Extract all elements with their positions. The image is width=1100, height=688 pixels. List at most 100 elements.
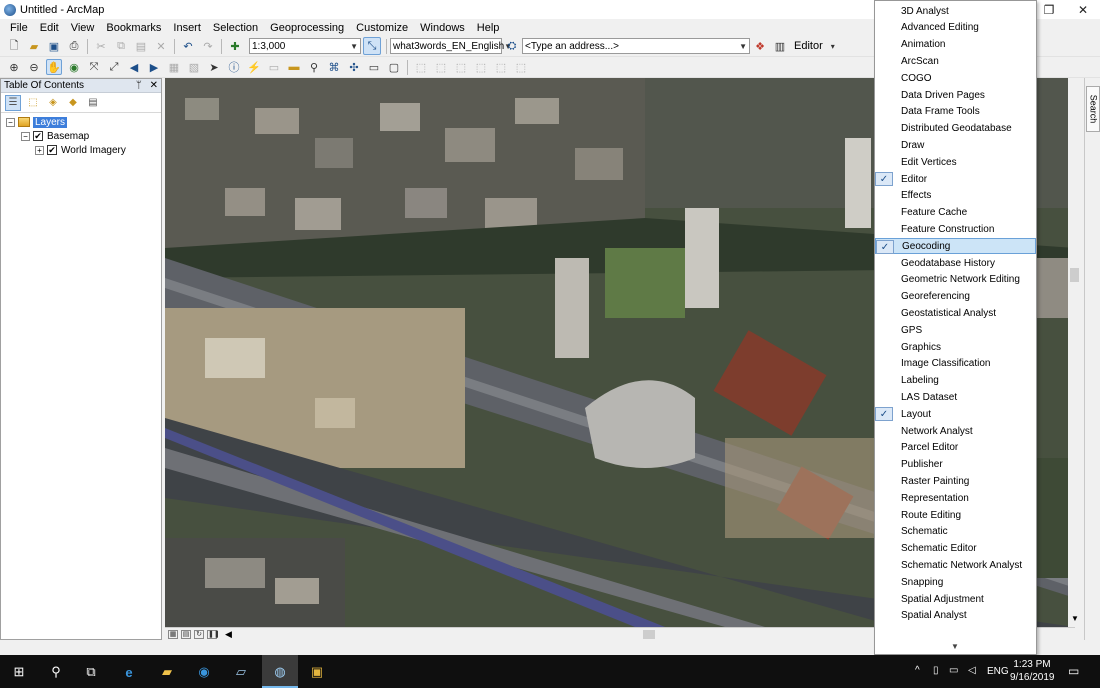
toolbar-menu-item[interactable]: Geodatabase History — [875, 255, 1036, 271]
go-to-xy-icon[interactable]: ✣ — [346, 59, 362, 75]
map-vertical-scrollbar[interactable]: ▼ — [1068, 78, 1082, 627]
system-clock[interactable]: 1:23 PM 9/16/2019 — [1010, 658, 1055, 684]
battery-icon[interactable]: ▯ — [933, 665, 939, 676]
app-icon-blue[interactable]: ◉ — [193, 661, 215, 683]
action-center-icon[interactable]: ▭ — [1068, 664, 1079, 678]
basemap-visibility-checkbox[interactable]: ✔ — [33, 131, 43, 141]
fixed-zoom-out-icon[interactable]: ⤢ — [106, 59, 122, 75]
toolbar-menu-item[interactable]: Georeferencing — [875, 289, 1036, 305]
toolbar-menu-item[interactable]: Effects — [875, 188, 1036, 204]
toolbar-menu-item[interactable]: Snapping — [875, 574, 1036, 590]
menu-geoprocessing[interactable]: Geoprocessing — [264, 22, 350, 34]
list-by-selection-icon[interactable]: ◆ — [65, 95, 81, 111]
fixed-zoom-in-icon[interactable]: ⤧ — [86, 59, 102, 75]
scroll-down-icon[interactable]: ▼ — [1071, 614, 1079, 623]
edit-annotation-icon[interactable]: ⬚ — [433, 59, 449, 75]
vertical-scrollbar-thumb[interactable] — [1070, 268, 1079, 282]
clear-selection-icon[interactable]: ▧ — [186, 59, 202, 75]
open-folder-icon[interactable]: ▰ — [26, 38, 42, 54]
pan-icon[interactable]: ✋ — [46, 59, 62, 75]
menu-edit[interactable]: Edit — [34, 22, 65, 34]
toolbar-menu-item[interactable]: GPS — [875, 322, 1036, 338]
toolbar-menu-item[interactable]: Geostatistical Analyst — [875, 305, 1036, 321]
forward-extent-icon[interactable]: ▶ — [146, 59, 162, 75]
edge-browser-icon[interactable]: e — [118, 661, 140, 683]
toolbar-menu-item[interactable]: ArcScan — [875, 53, 1036, 69]
full-extent-icon[interactable]: ◉ — [66, 59, 82, 75]
data-view-icon[interactable]: ▦ — [168, 629, 178, 639]
layers-label[interactable]: Layers — [33, 116, 68, 128]
toolbar-menu-item[interactable]: Animation — [875, 37, 1036, 53]
list-by-visibility-icon[interactable]: ◈ — [45, 95, 61, 111]
editing-tool-icon[interactable]: ⬚ — [413, 59, 429, 75]
identify-icon[interactable]: ⓘ — [226, 59, 242, 75]
hyperlink-icon[interactable]: ⚡ — [246, 59, 262, 75]
zoom-in-icon[interactable]: ⊕ — [6, 59, 22, 75]
map-scale-combo[interactable]: 1:3,000 ▼ — [249, 38, 361, 54]
address-inspector-icon[interactable]: ⛭ — [504, 38, 520, 54]
pause-drawing-icon[interactable]: ❚❚ — [207, 629, 220, 639]
toolbar-menu-item[interactable]: Schematic — [875, 524, 1036, 540]
list-by-source-icon[interactable]: ⬚ — [25, 95, 41, 111]
horizontal-scrollbar-thumb[interactable] — [643, 630, 655, 639]
toolbar-menu-item[interactable]: Parcel Editor — [875, 440, 1036, 456]
toolbar-menu-item[interactable]: Route Editing — [875, 507, 1036, 523]
paste-icon[interactable]: ▤ — [133, 38, 149, 54]
toolbar-menu-item[interactable]: Representation — [875, 490, 1036, 506]
network-icon[interactable]: ▭ — [949, 665, 958, 676]
tree-row-basemap[interactable]: − ✔ Basemap — [1, 129, 161, 143]
cut-polygons-icon[interactable]: ⬚ — [493, 59, 509, 75]
toolbar-menu-item[interactable]: Graphics — [875, 339, 1036, 355]
input-language[interactable]: ENG — [987, 666, 1009, 677]
find-icon[interactable]: ⚲ — [306, 59, 322, 75]
tree-row-layers[interactable]: − Layers — [1, 115, 161, 129]
new-document-icon[interactable]: 🗋 — [6, 38, 22, 54]
options-icon[interactable]: ▤ — [85, 95, 101, 111]
collapse-icon[interactable]: − — [21, 131, 30, 141]
toolbar-menu-item[interactable]: Labeling — [875, 373, 1036, 389]
toolbar-menu-item[interactable]: ✓ Editor — [875, 171, 1036, 187]
toolbar-menu-item[interactable]: Spatial Analyst — [875, 608, 1036, 624]
toolbar-menu-item[interactable]: Spatial Adjustment — [875, 591, 1036, 607]
menu-bookmarks[interactable]: Bookmarks — [100, 22, 167, 34]
toc-close-icon[interactable]: ✕ — [150, 80, 158, 91]
select-elements-icon[interactable]: ➤ — [206, 59, 222, 75]
menu-view[interactable]: View — [65, 22, 101, 34]
editor-toolbar-icon[interactable]: ⤡ — [363, 37, 381, 55]
html-popup-icon[interactable]: ▭ — [266, 59, 282, 75]
tree-row-world-imagery[interactable]: + ✔ World Imagery — [1, 143, 161, 157]
locator-combo[interactable]: what3words_EN_English ▼ — [390, 38, 512, 54]
toolbar-menu-item[interactable]: COGO — [875, 70, 1036, 86]
toolbar-menu-item[interactable]: LAS Dataset — [875, 389, 1036, 405]
menu-windows[interactable]: Windows — [414, 22, 471, 34]
world-imagery-visibility-checkbox[interactable]: ✔ — [47, 145, 57, 155]
show-hidden-icons-icon[interactable]: ^ — [915, 665, 920, 676]
measure-icon[interactable]: ▬ — [286, 59, 302, 75]
toolbar-menu-item[interactable]: Advanced Editing — [875, 20, 1036, 36]
cut-icon[interactable]: ✂ — [93, 38, 109, 54]
zoom-out-icon[interactable]: ⊖ — [26, 59, 42, 75]
arccatalog-taskbar-icon[interactable]: ▣ — [306, 661, 328, 683]
redo-icon[interactable]: ↷ — [200, 38, 216, 54]
toolbar-menu-item[interactable]: Distributed Geodatabase — [875, 121, 1036, 137]
task-view-icon[interactable]: ⧉ — [80, 661, 102, 683]
review-icon[interactable]: ▥ — [772, 38, 788, 54]
toolbar-menu-item[interactable]: Schematic Editor — [875, 541, 1036, 557]
editor-dropdown-icon[interactable]: ▾ — [825, 38, 841, 54]
menu-file[interactable]: File — [4, 22, 34, 34]
toolbar-menu-item[interactable]: Network Analyst — [875, 423, 1036, 439]
world-imagery-label[interactable]: World Imagery — [61, 145, 126, 156]
add-data-icon[interactable]: ✚ — [227, 38, 243, 54]
toolbar-menu-item[interactable]: ✓ Layout — [875, 406, 1036, 422]
find-route-icon[interactable]: ⌘ — [326, 59, 342, 75]
toolbar-menu-item[interactable]: Data Driven Pages — [875, 87, 1036, 103]
menu-help[interactable]: Help — [471, 22, 506, 34]
toolbar-menu-item[interactable]: ✓ Geocoding — [875, 238, 1036, 255]
menu-selection[interactable]: Selection — [207, 22, 264, 34]
toolbar-menu-item[interactable]: Publisher — [875, 457, 1036, 473]
toolbar-menu-item[interactable]: Data Frame Tools — [875, 104, 1036, 120]
find-address-icon[interactable]: ❖ — [752, 38, 768, 54]
menu-insert[interactable]: Insert — [167, 22, 207, 34]
notes-app-icon[interactable]: ▱ — [230, 661, 252, 683]
straight-segment-icon[interactable]: ⬚ — [453, 59, 469, 75]
